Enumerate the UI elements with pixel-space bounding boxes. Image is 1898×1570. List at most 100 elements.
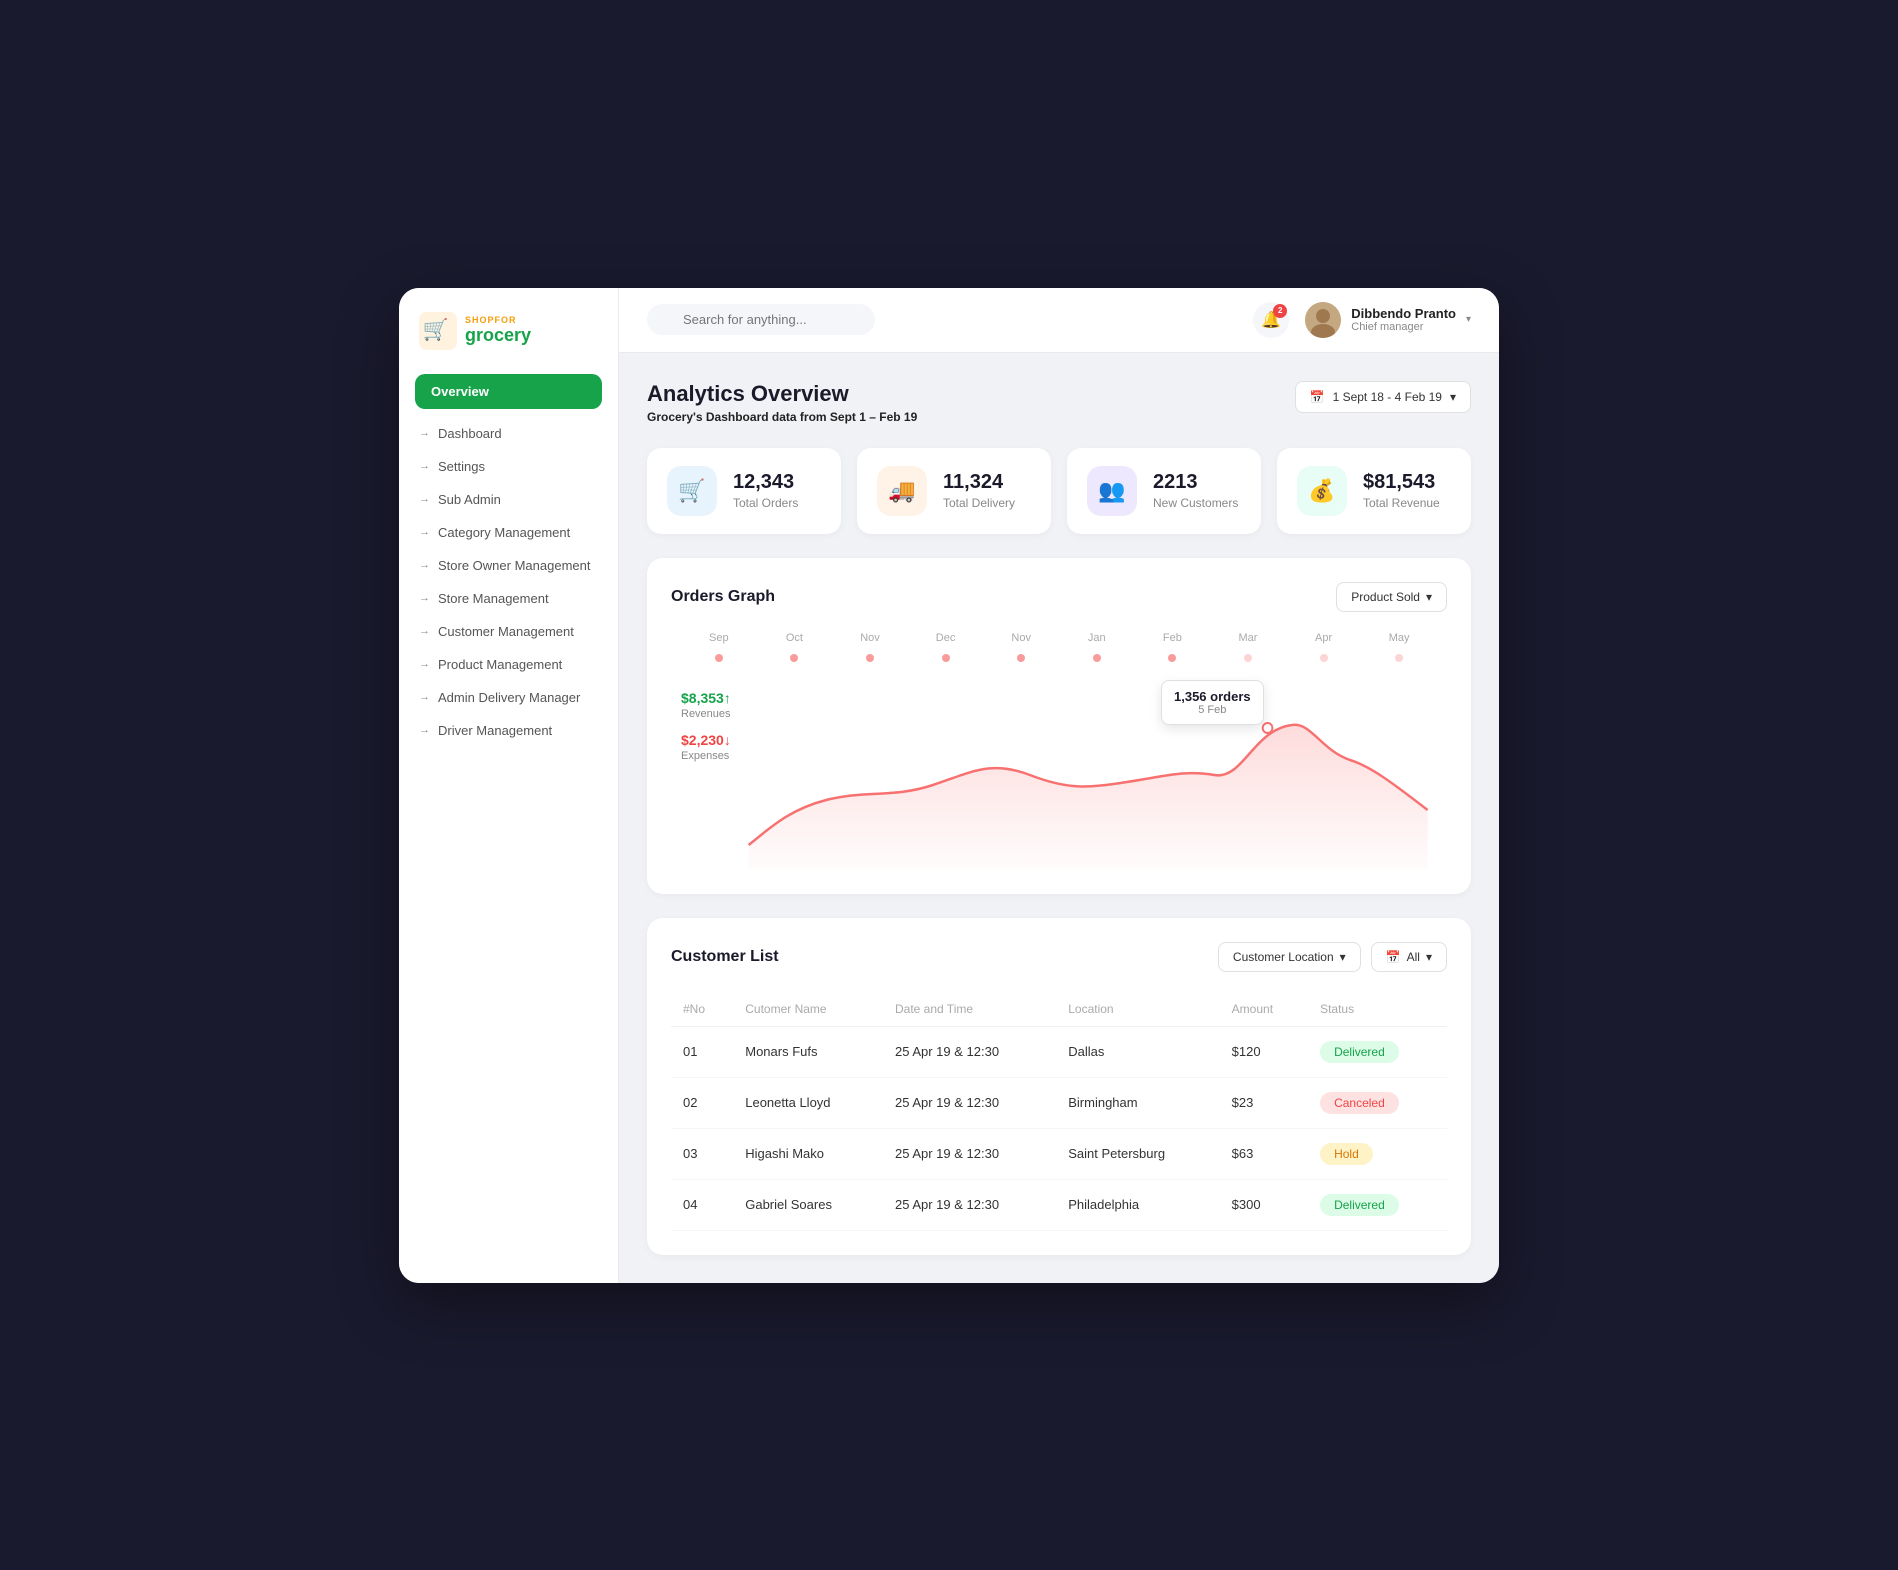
cell-location: Saint Petersburg [1056,1128,1219,1179]
graph-header: Orders Graph Product Sold ▾ [671,582,1447,612]
cell-location: Birmingham [1056,1077,1219,1128]
cell-name: Higashi Mako [733,1128,883,1179]
chevron-down-icon: ▾ [1466,314,1471,325]
customer-list-card: Customer List Customer Location ▾ 📅 All … [647,918,1471,1255]
cell-amount: $23 [1220,1077,1308,1128]
sidebar-item-label: Admin Delivery Manager [438,690,580,705]
arrow-icon: → [419,592,430,604]
stat-label-orders: Total Orders [733,496,798,510]
sidebar-item-label: Product Management [438,657,562,672]
customer-list-header: Customer List Customer Location ▾ 📅 All … [671,942,1447,972]
logo: 🛒 SHOPFOR grocery [399,312,618,374]
cell-status: Delivered [1308,1179,1447,1230]
customers-icon: 👥 [1087,466,1137,516]
month-sep: Sep [681,632,757,644]
arrow-icon: → [419,460,430,472]
cell-status: Hold [1308,1128,1447,1179]
cell-amount: $120 [1220,1026,1308,1077]
avatar [1305,302,1341,338]
location-filter-label: Customer Location [1233,950,1334,964]
col-header-status: Status [1308,992,1447,1027]
sidebar-item-customer-management[interactable]: → Customer Management [399,615,618,648]
legend-revenues: $8,353↑ Revenues [681,690,731,720]
user-profile[interactable]: Dibbendo Pranto Chief manager ▾ [1305,302,1471,338]
logo-icon: 🛒 [419,312,457,350]
date-picker-button[interactable]: 📅 1 Sept 18 - 4 Feb 19 ▾ [1295,381,1471,413]
sidebar-item-label: Category Management [438,525,570,540]
sidebar-item-settings[interactable]: → Settings [399,450,618,483]
status-badge: Delivered [1320,1194,1399,1216]
sidebar-item-sub-admin[interactable]: → Sub Admin [399,483,618,516]
sidebar-item-admin-delivery-manager[interactable]: → Admin Delivery Manager [399,681,618,714]
topbar-right: 🔔 2 Dibbendo Pranto Chief manager [1253,302,1471,338]
customer-table: #No Cutomer Name Date and Time Location … [671,992,1447,1231]
cell-name: Leonetta Lloyd [733,1077,883,1128]
sidebar-item-store-owner-management[interactable]: → Store Owner Management [399,549,618,582]
calendar-icon: 📅 [1310,390,1325,404]
stat-label-delivery: Total Delivery [943,496,1015,510]
sidebar: 🛒 SHOPFOR grocery Overview → Dashboard →… [399,288,619,1283]
orders-graph-card: Orders Graph Product Sold ▾ Sep Oct Nov … [647,558,1471,894]
graph-dot [1017,654,1025,662]
sidebar-item-dashboard[interactable]: → Dashboard [399,417,618,450]
notification-badge: 2 [1273,304,1287,318]
stat-label-revenue: Total Revenue [1363,496,1440,510]
sidebar-item-label: Store Management [438,591,549,606]
expenses-label: Expenses [681,750,731,762]
month-may: May [1361,632,1437,644]
sidebar-item-driver-management[interactable]: → Driver Management [399,714,618,747]
stat-value-customers: 2213 [1153,471,1238,494]
sidebar-item-label: Store Owner Management [438,558,590,573]
location-filter-button[interactable]: Customer Location ▾ [1218,942,1361,972]
graph-tooltip: 1,356 orders 5 Feb [1161,680,1264,725]
sidebar-item-store-management[interactable]: → Store Management [399,582,618,615]
graph-dot [790,654,798,662]
revenues-value: $8,353↑ [681,690,731,706]
sidebar-item-product-management[interactable]: → Product Management [399,648,618,681]
cell-no: 01 [671,1026,733,1077]
user-name: Dibbendo Pranto [1351,306,1456,321]
cell-name: Gabriel Soares [733,1179,883,1230]
search-input[interactable] [647,304,875,335]
calendar-icon: 📅 [1386,950,1401,964]
stat-label-customers: New Customers [1153,496,1238,510]
notification-button[interactable]: 🔔 2 [1253,302,1289,338]
graph-dot-faded [1395,654,1403,662]
cell-datetime: 25 Apr 19 & 12:30 [883,1026,1056,1077]
sidebar-item-overview[interactable]: Overview [415,374,602,409]
stat-details: 12,343 Total Orders [733,471,798,510]
cell-no: 04 [671,1179,733,1230]
orders-chart-svg [671,670,1447,870]
graph-dot [942,654,950,662]
status-badge: Hold [1320,1143,1373,1165]
stat-value-revenue: $81,543 [1363,471,1440,494]
graph-dots-row [671,654,1447,662]
stat-card-customers: 👥 2213 New Customers [1067,448,1261,534]
arrow-icon: → [419,559,430,571]
graph-title: Orders Graph [671,588,775,606]
sidebar-item-label: Driver Management [438,723,552,738]
legend-expenses: $2,230↓ Expenses [681,732,731,762]
sidebar-item-label: Settings [438,459,485,474]
logo-grocery-text: grocery [465,326,531,346]
arrow-icon: → [419,625,430,637]
page-body: Analytics Overview Grocery's Dashboard d… [619,353,1499,1283]
cell-location: Dallas [1056,1026,1219,1077]
month-jan: Jan [1059,632,1135,644]
chevron-down-icon: ▾ [1426,590,1432,604]
arrow-icon: → [419,658,430,670]
customer-filters: Customer Location ▾ 📅 All ▾ [1218,942,1447,972]
product-sold-label: Product Sold [1351,590,1420,604]
month-nov2: Nov [983,632,1059,644]
date-filter-label: All [1407,950,1420,964]
date-filter-button[interactable]: 📅 All ▾ [1371,942,1447,972]
expenses-value: $2,230↓ [681,732,731,748]
month-mar: Mar [1210,632,1286,644]
tooltip-orders: 1,356 orders [1174,689,1251,704]
graph-dot-faded [1244,654,1252,662]
cell-amount: $63 [1220,1128,1308,1179]
sidebar-item-category-management[interactable]: → Category Management [399,516,618,549]
month-nov1: Nov [832,632,908,644]
stat-details: $81,543 Total Revenue [1363,471,1440,510]
product-sold-button[interactable]: Product Sold ▾ [1336,582,1447,612]
